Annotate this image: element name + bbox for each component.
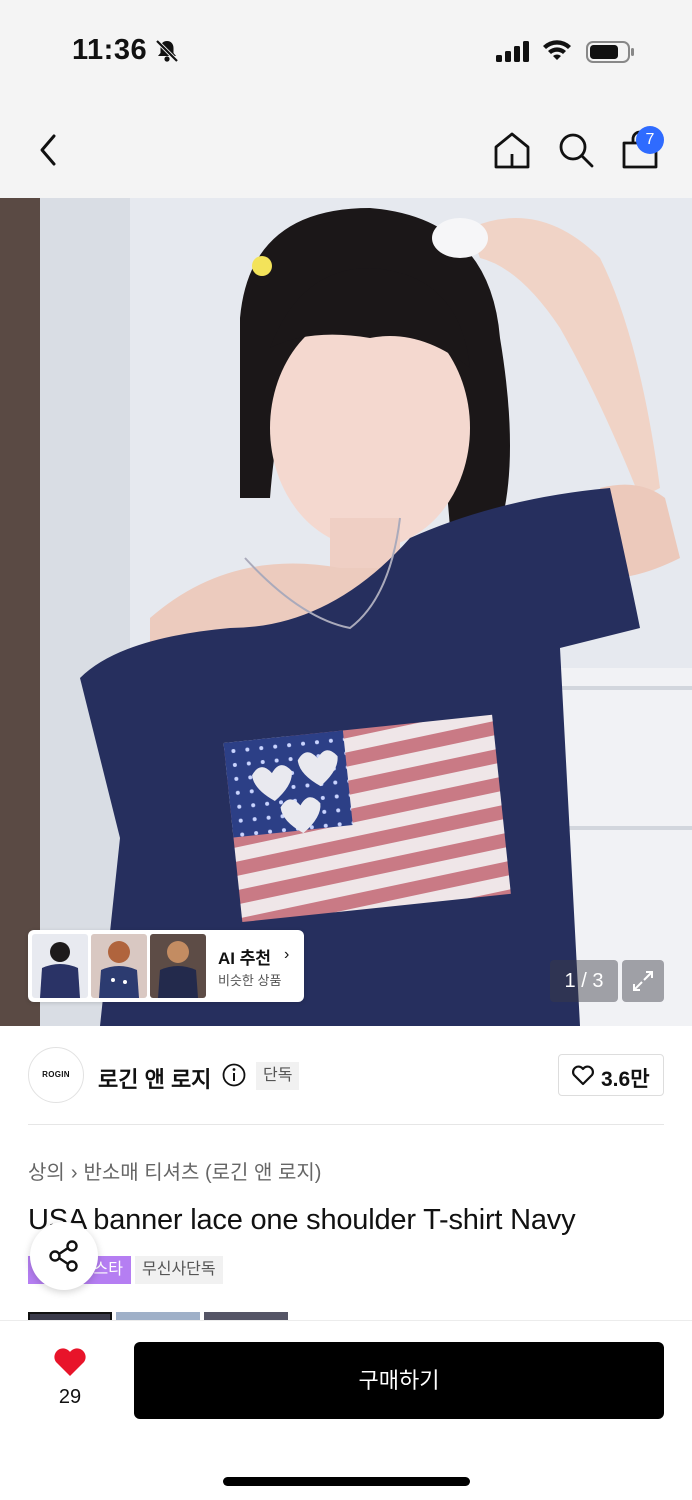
musinsa-exclusive-badge: 무신사단독 <box>135 1256 223 1284</box>
product-image-carousel[interactable] <box>0 198 692 1026</box>
heart-outline-icon <box>572 1065 594 1086</box>
product-title: USA banner lace one shoulder T-shirt Nav… <box>28 1204 576 1236</box>
ai-thumb-2 <box>91 934 147 998</box>
bell-slash-icon <box>155 39 179 63</box>
status-bar: 11:36 <box>0 0 692 100</box>
brand-like-count: 3.6만 <box>601 1068 650 1091</box>
ai-recommend-subtitle: 비슷한 상품 <box>218 973 282 988</box>
signal-icon <box>496 41 529 62</box>
info-icon[interactable] <box>222 1063 246 1087</box>
back-arrow-icon[interactable] <box>34 132 64 168</box>
brand-like-button[interactable]: 3.6만 <box>558 1054 664 1096</box>
battery-icon <box>586 41 634 63</box>
wifi-icon <box>543 40 571 60</box>
cart-count-badge: 7 <box>636 126 664 154</box>
breadcrumb: 상의 › 반소매 티셔츠 (로긴 앤 로지) <box>28 1156 321 1185</box>
status-time: 11:36 <box>72 34 148 66</box>
image-counter: 1 / 3 <box>550 960 618 1002</box>
chevron-right-icon: › <box>284 946 290 963</box>
expand-button[interactable] <box>622 960 664 1002</box>
ai-recommend-card[interactable]: AI 추천 › 비슷한 상품 <box>28 930 304 1002</box>
search-icon[interactable] <box>556 130 596 170</box>
ai-recommend-title: AI 추천 <box>218 949 272 968</box>
brand-name[interactable]: 로긴 앤 로지 <box>98 1062 211 1094</box>
exclusive-tag: 단독 <box>256 1062 300 1090</box>
breadcrumb-category[interactable]: 상의 <box>28 1162 65 1184</box>
home-indicator <box>223 1477 470 1486</box>
divider <box>28 1124 664 1125</box>
wish-count: 29 <box>58 1386 82 1408</box>
breadcrumb-subcategory[interactable]: 반소매 티셔츠 (로긴 앤 로지) <box>83 1162 321 1184</box>
product-photo <box>0 198 692 1026</box>
share-icon <box>49 1240 78 1272</box>
brand-logo[interactable]: ROGIN <box>28 1047 84 1103</box>
ai-thumb-3 <box>150 934 206 998</box>
share-button[interactable] <box>30 1222 98 1290</box>
chevron-right-icon: › <box>70 1162 78 1184</box>
home-icon[interactable] <box>492 130 532 170</box>
heart-filled-icon[interactable] <box>52 1346 88 1378</box>
nav-bar <box>0 100 692 198</box>
expand-icon <box>633 971 653 991</box>
ai-thumb-1 <box>32 934 88 998</box>
buy-button[interactable]: 구매하기 <box>134 1342 664 1419</box>
